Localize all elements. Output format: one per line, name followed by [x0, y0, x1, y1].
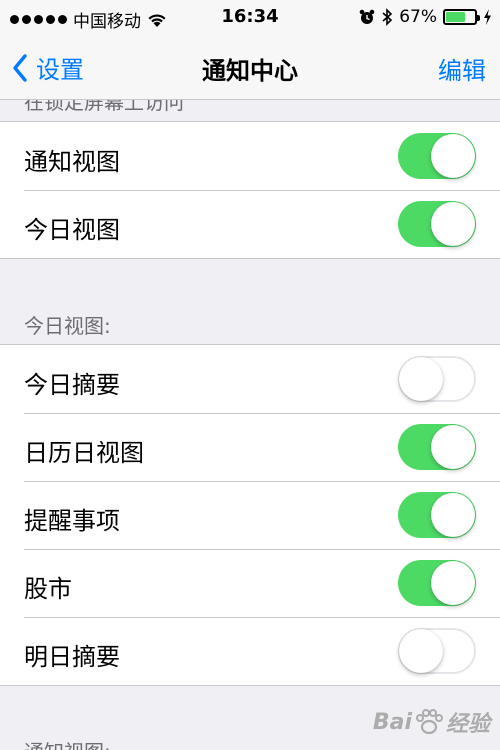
- setting-row-today-summary[interactable]: 今日摘要: [0, 345, 500, 413]
- battery-percentage: 67%: [399, 7, 437, 27]
- setting-label: 股市: [24, 575, 72, 603]
- setting-row-notifications-view[interactable]: 通知视图: [0, 122, 500, 190]
- bluetooth-icon: [382, 8, 393, 26]
- setting-row-today-view[interactable]: 今日视图: [0, 190, 500, 258]
- setting-row-tomorrow-summary[interactable]: 明日摘要: [0, 617, 500, 685]
- paw-logo-icon: [415, 709, 443, 735]
- status-right: 67%: [359, 7, 492, 27]
- setting-label: 通知视图: [24, 148, 120, 176]
- notifications-view-toggle[interactable]: [398, 133, 476, 179]
- tomorrow-summary-toggle[interactable]: [398, 628, 476, 674]
- reminders-toggle[interactable]: [398, 492, 476, 538]
- section-header-notifications-view: 通知视图:: [24, 736, 111, 750]
- navigation-bar: 设置 通知中心 编辑: [0, 36, 500, 100]
- charging-bolt-icon: [484, 9, 491, 25]
- toggle-knob: [431, 561, 475, 605]
- section-header-today-view: 今日视图:: [24, 314, 111, 338]
- toggle-knob: [399, 629, 443, 673]
- toggle-knob: [431, 425, 475, 469]
- group-today-view: 今日摘要 日历日视图 提醒事项 股市 明日摘要: [0, 344, 500, 686]
- today-view-toggle[interactable]: [398, 201, 476, 247]
- stocks-toggle[interactable]: [398, 560, 476, 606]
- setting-label: 提醒事项: [24, 507, 120, 535]
- setting-label: 今日摘要: [24, 371, 120, 399]
- edit-button[interactable]: 编辑: [438, 51, 486, 86]
- alarm-clock-icon: [359, 9, 375, 24]
- settings-list[interactable]: 在锁定屏幕上访问 通知视图 今日视图 今日视图: 今日摘要 日历日视图 提醒事项…: [0, 100, 500, 750]
- watermark-text-left: Bai: [372, 709, 412, 735]
- setting-row-stocks[interactable]: 股市: [0, 549, 500, 617]
- toggle-knob: [431, 202, 475, 246]
- calendar-day-view-toggle[interactable]: [398, 424, 476, 470]
- page-title: 通知中心: [202, 57, 298, 85]
- settings-screen: 中国移动 16:34 67% 设置 通知中心 编辑 在锁定屏幕上访问 通知视图 …: [0, 0, 500, 750]
- toggle-knob: [399, 357, 443, 401]
- today-summary-toggle[interactable]: [398, 356, 476, 402]
- battery-level-fill: [446, 12, 465, 22]
- group-lock-screen: 通知视图 今日视图: [0, 121, 500, 259]
- setting-row-calendar-day-view[interactable]: 日历日视图: [0, 413, 500, 481]
- setting-label: 明日摘要: [24, 643, 120, 671]
- watermark-text-right: 经验: [445, 712, 490, 737]
- baidu-jingyan-watermark: Bai 经验: [373, 706, 490, 738]
- toggle-knob: [431, 134, 475, 178]
- setting-row-reminders[interactable]: 提醒事项: [0, 481, 500, 549]
- battery-icon: [443, 9, 480, 25]
- setting-label: 日历日视图: [24, 439, 144, 467]
- status-bar: 中国移动 16:34 67%: [0, 0, 500, 36]
- section-header-lock-screen: 在锁定屏幕上访问: [24, 100, 184, 114]
- toggle-knob: [431, 493, 475, 537]
- setting-label: 今日视图: [24, 216, 120, 244]
